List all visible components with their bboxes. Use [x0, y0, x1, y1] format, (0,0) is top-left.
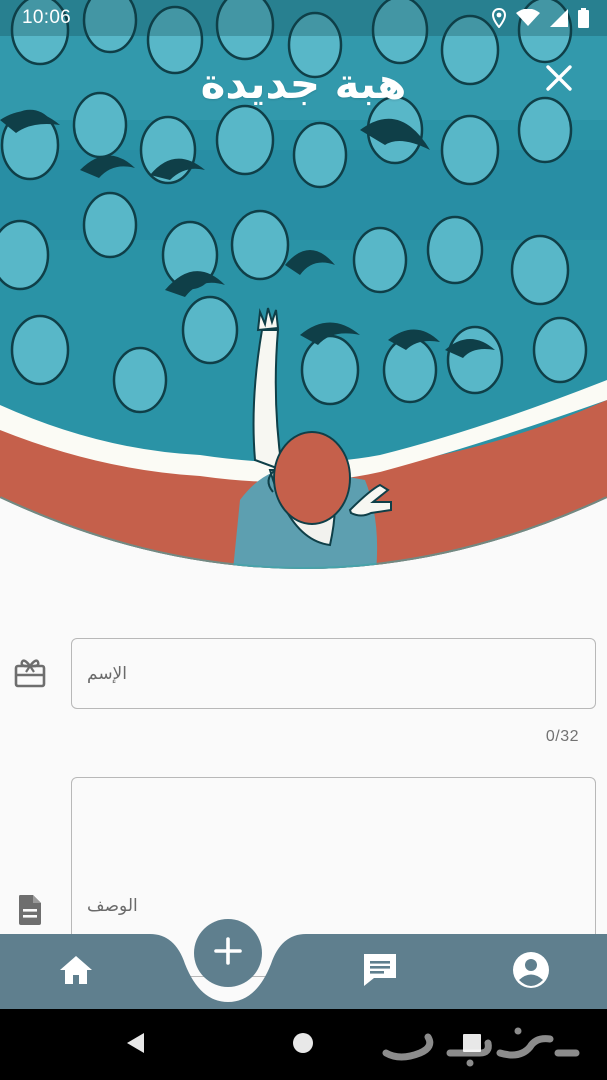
system-back-button[interactable] — [95, 1009, 175, 1080]
system-navigation-bar — [0, 1009, 607, 1080]
close-button[interactable] — [541, 62, 577, 98]
chat-icon — [361, 951, 399, 993]
document-icon — [12, 892, 48, 928]
bottom-navigation — [0, 934, 607, 1009]
system-home-button[interactable] — [263, 1009, 343, 1080]
wifi-icon — [516, 9, 540, 27]
name-char-counter: 0/32 — [545, 728, 579, 745]
status-icons — [492, 8, 589, 28]
back-icon — [124, 1031, 146, 1059]
nav-home-button[interactable] — [36, 946, 116, 998]
nav-account-button[interactable] — [491, 946, 571, 998]
haraj-watermark — [375, 1021, 585, 1069]
status-bar: 10:06 — [0, 0, 607, 36]
account-icon — [512, 951, 550, 993]
name-placeholder: الإسم — [87, 663, 127, 684]
home-circle-icon — [292, 1032, 314, 1058]
location-icon — [492, 8, 506, 28]
new-donation-screen: 10:06 هبة جديدة الإسم 0/32 الوصف — [0, 0, 607, 1080]
description-placeholder: الوصف — [87, 896, 138, 916]
nav-chat-button[interactable] — [340, 946, 420, 998]
add-icon — [213, 936, 243, 970]
signal-icon — [550, 9, 568, 27]
page-title: هبة جديدة — [200, 59, 407, 108]
home-icon — [58, 954, 94, 990]
close-icon — [545, 64, 573, 96]
status-time: 10:06 — [22, 7, 72, 28]
haraj-logo — [382, 1027, 580, 1067]
battery-icon — [578, 8, 589, 28]
name-field[interactable]: الإسم — [71, 638, 596, 709]
gift-card-icon — [12, 655, 48, 691]
add-donation-button[interactable] — [194, 919, 262, 987]
